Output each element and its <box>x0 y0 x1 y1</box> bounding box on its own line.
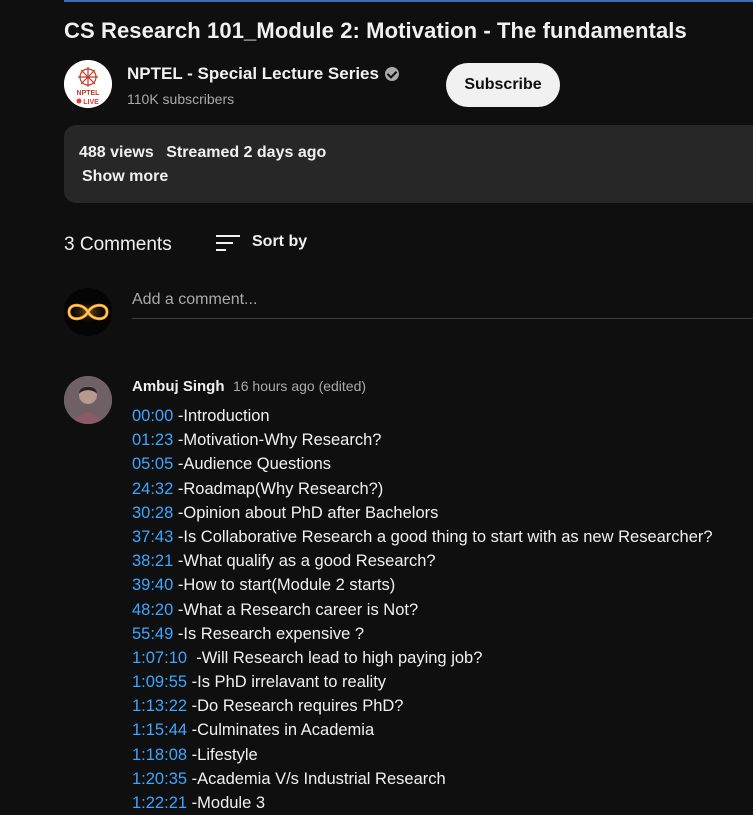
commenter-avatar[interactable] <box>64 376 112 424</box>
logo-text: NPTEL <box>77 90 101 97</box>
view-count: 488 views <box>79 144 154 161</box>
subscriber-count: 110K subscribers <box>127 91 235 107</box>
timestamp-label: -Opinion about PhD after Bachelors <box>173 503 439 522</box>
comment-line: 1:18:08 -Lifestyle <box>132 743 753 767</box>
comment-line: 1:13:22 -Do Research requires PhD? <box>132 694 753 718</box>
timestamp-link[interactable]: 55:49 <box>132 625 173 643</box>
sort-by-button[interactable]: Sort by <box>216 232 307 252</box>
channel-row: NPTEL LIVE NPTEL - Special Lecture Serie… <box>64 60 753 110</box>
person-avatar-icon <box>64 376 112 424</box>
timestamp-label: -Is PhD irrelavant to reality <box>187 673 387 692</box>
timestamp-label: -Lifestyle <box>187 745 258 764</box>
timestamp-link[interactable]: 05:05 <box>132 455 173 473</box>
comment-line: 1:09:55 -Is PhD irrelavant to reality <box>132 670 753 694</box>
timestamp-link[interactable]: 37:43 <box>132 528 173 546</box>
subscribe-button[interactable]: Subscribe <box>446 63 560 107</box>
comment-line: 30:28 -Opinion about PhD after Bachelors <box>132 501 753 525</box>
comment-line: 48:20 -What a Research career is Not? <box>132 598 753 622</box>
channel-name[interactable]: NPTEL - Special Lecture Series <box>127 64 399 84</box>
comment-line: 55:49 -Is Research expensive ? <box>132 622 753 646</box>
timestamp-link[interactable]: 30:28 <box>132 504 173 522</box>
comment-header: Ambuj Singh 16 hours ago (edited) <box>132 378 366 396</box>
description-meta: 488 views Streamed 2 days ago <box>79 144 326 162</box>
timestamp-label: -Module 3 <box>187 794 266 812</box>
timestamp-link[interactable]: 38:21 <box>132 552 173 570</box>
timestamp-label: -What a Research career is Not? <box>173 600 419 619</box>
comment-line: 1:15:44 -Culminates in Academia <box>132 718 753 742</box>
timestamp-label: -Will Research lead to high paying job? <box>187 648 483 667</box>
verified-icon <box>384 67 399 81</box>
comment-body: 00:00 -Introduction 01:23 -Motivation-Why… <box>132 404 753 815</box>
timestamp-link[interactable]: 1:13:22 <box>132 697 187 715</box>
show-more-button[interactable]: Show more <box>82 168 168 186</box>
comment-line: 01:23 -Motivation-Why Research? <box>132 428 753 452</box>
timestamp-link[interactable]: 1:18:08 <box>132 746 187 764</box>
timestamp-link[interactable]: 00:00 <box>132 407 173 425</box>
timestamp-link[interactable]: 01:23 <box>132 431 173 449</box>
timestamp-label: -Introduction <box>173 407 270 425</box>
comment-line: 1:07:10 -Will Research lead to high payi… <box>132 646 753 670</box>
sort-icon <box>216 232 240 252</box>
timestamp-link[interactable]: 24:32 <box>132 480 173 498</box>
timestamp-link[interactable]: 1:20:35 <box>132 770 187 788</box>
timestamp-label: -Culminates in Academia <box>187 721 375 740</box>
timestamp-link[interactable]: 1:07:10 <box>132 649 187 667</box>
timestamp-label: -How to start(Module 2 starts) <box>173 576 396 595</box>
channel-avatar[interactable]: NPTEL LIVE <box>64 60 112 108</box>
timestamp-link[interactable]: 1:15:44 <box>132 721 187 739</box>
add-comment-underline <box>132 318 753 319</box>
comment-line: 38:21 -What qualify as a good Research? <box>132 549 753 573</box>
comment-count: 3 Comments <box>64 234 172 255</box>
add-comment-input[interactable]: Add a comment... <box>132 291 257 309</box>
comment-line: 37:43 -Is Collaborative Research a good … <box>132 525 753 549</box>
timestamp-label: -Motivation-Why Research? <box>173 431 382 450</box>
timestamp-link[interactable]: 39:40 <box>132 576 173 594</box>
timestamp-link[interactable]: 1:22:21 <box>132 794 187 812</box>
comment-line: 1:20:35 -Academia V/s Industrial Researc… <box>132 767 753 791</box>
sort-label: Sort by <box>252 233 308 250</box>
logo-live-text: LIVE <box>83 99 99 106</box>
video-title: CS Research 101_Module 2: Motivation - T… <box>64 18 687 43</box>
channel-name-label[interactable]: NPTEL - Special Lecture Series <box>127 64 379 84</box>
comment-line: 24:32 -Roadmap(Why Research?) <box>132 477 753 501</box>
stream-date: Streamed 2 days ago <box>166 144 327 161</box>
comment-line: 00:00 -Introduction <box>132 404 753 428</box>
timestamp-label: -Audience Questions <box>173 455 332 474</box>
comment-time[interactable]: 16 hours ago (edited) <box>233 378 366 394</box>
timestamp-label: -Do Research requires PhD? <box>187 697 404 716</box>
comment-line: 1:22:21 -Module 3 <box>132 791 753 815</box>
timestamp-label: -Roadmap(Why Research?) <box>173 479 384 498</box>
comment-author[interactable]: Ambuj Singh <box>132 378 225 395</box>
timestamp-label: -Is Research expensive ? <box>173 624 365 643</box>
timestamp-link[interactable]: 1:09:55 <box>132 673 187 691</box>
comments-header: 3 Comments Sort by <box>64 230 753 260</box>
timestamp-label: -What qualify as a good Research? <box>173 552 436 571</box>
comment-line: 05:05 -Audience Questions <box>132 452 753 476</box>
timestamp-label: -Is Collaborative Research a good thing … <box>173 527 713 546</box>
timestamp-link[interactable]: 48:20 <box>132 601 173 619</box>
description-box[interactable]: 488 views Streamed 2 days ago Show more <box>64 125 753 203</box>
player-progress-bar <box>64 0 753 2</box>
comment-line: 39:40 -How to start(Module 2 starts) <box>132 573 753 597</box>
infinity-avatar-icon <box>64 288 112 336</box>
timestamp-label: -Academia V/s Industrial Research <box>187 769 446 788</box>
nptel-logo-icon: NPTEL LIVE <box>64 60 112 108</box>
user-avatar[interactable] <box>64 288 112 336</box>
